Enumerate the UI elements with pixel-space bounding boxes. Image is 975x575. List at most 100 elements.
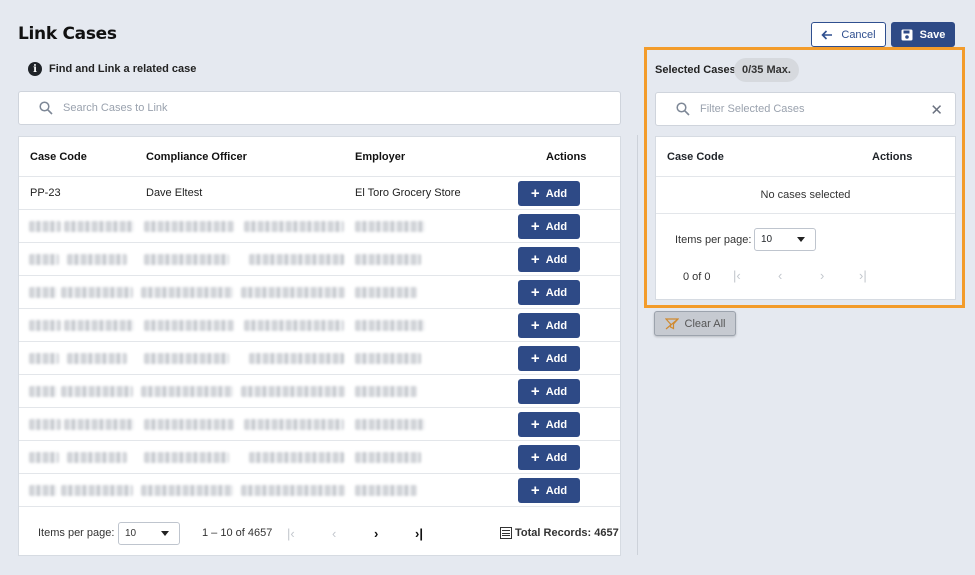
column-header-actions: Actions: [872, 151, 913, 163]
column-header-employer: Employer: [355, 150, 406, 163]
save-button[interactable]: Save: [891, 22, 955, 47]
selected-count-badge: 0/35 Max.: [734, 58, 799, 82]
redacted-cell: [29, 221, 61, 232]
table-paginator: Items per page: 10 1 – 10 of 4657 |‹ ‹ ›…: [19, 513, 622, 553]
next-page-icon[interactable]: ›: [820, 268, 824, 283]
redacted-cell: [241, 485, 345, 496]
filter-bar[interactable]: ✕: [655, 92, 956, 126]
add-button[interactable]: + Add: [518, 379, 580, 404]
table-row: + Add: [19, 441, 620, 474]
close-icon[interactable]: ✕: [930, 101, 943, 119]
add-button[interactable]: + Add: [518, 214, 580, 239]
table-row: + Add: [19, 342, 620, 375]
redacted-cell: [355, 452, 421, 463]
column-header-actions: Actions: [546, 150, 587, 163]
redacted-cell: [355, 485, 417, 496]
filter-selected-input[interactable]: [700, 103, 920, 115]
info-icon: i: [28, 62, 42, 76]
redacted-cell: [64, 221, 134, 232]
table-row: + Add: [19, 276, 620, 309]
redacted-cell: [355, 419, 425, 430]
items-per-page-label: Items per page:: [38, 527, 115, 539]
redacted-cell: [241, 386, 345, 397]
add-button[interactable]: + Add: [518, 280, 580, 305]
search-icon: [39, 101, 53, 115]
info-text: Find and Link a related case: [49, 63, 197, 75]
redacted-cell: [249, 254, 344, 265]
redacted-cell: [29, 320, 61, 331]
column-header-case-code: Case Code: [30, 150, 87, 163]
page-range: 0 of 0: [683, 271, 711, 283]
plus-icon: +: [530, 251, 540, 268]
redacted-cell: [67, 452, 127, 463]
redacted-cell: [241, 287, 345, 298]
selected-cases-table: Case Code Actions No cases selected Item…: [655, 136, 956, 300]
selected-cases-panel: Selected Cases: 0/35 Max. ✕ Case Code Ac…: [644, 47, 965, 308]
table-row: PP-23 Dave Eltest El Toro Grocery Store …: [19, 177, 620, 210]
table-header: Case Code Compliance Officer Employer Ac…: [19, 137, 620, 177]
add-button[interactable]: + Add: [518, 412, 580, 437]
cancel-label: Cancel: [841, 28, 876, 41]
redacted-cell: [61, 485, 133, 496]
total-records: Total Records: 4657: [500, 527, 619, 539]
add-button[interactable]: + Add: [518, 181, 580, 206]
cancel-button[interactable]: Cancel: [811, 22, 886, 47]
add-button[interactable]: + Add: [518, 346, 580, 371]
table-header: Case Code Actions: [656, 137, 955, 177]
prev-page-icon[interactable]: ‹: [332, 526, 336, 541]
redacted-cell: [144, 320, 234, 331]
redacted-cell: [61, 386, 133, 397]
redacted-cell: [249, 452, 344, 463]
filter-off-icon: [664, 317, 679, 329]
add-button[interactable]: + Add: [518, 445, 580, 470]
redacted-cell: [67, 254, 127, 265]
redacted-cell: [67, 353, 127, 364]
redacted-cell: [249, 353, 344, 364]
add-button[interactable]: + Add: [518, 478, 580, 503]
redacted-cell: [29, 386, 57, 397]
redacted-cell: [144, 221, 234, 232]
plus-icon: +: [530, 482, 540, 499]
items-per-page-label: Items per page:: [675, 234, 752, 246]
plus-icon: +: [530, 317, 540, 334]
list-icon: [500, 527, 512, 539]
redacted-cell: [29, 452, 59, 463]
table-row: + Add: [19, 375, 620, 408]
last-page-icon[interactable]: ›|: [415, 526, 423, 541]
next-page-icon[interactable]: ›: [374, 526, 378, 541]
add-button[interactable]: + Add: [518, 313, 580, 338]
plus-icon: +: [530, 416, 540, 433]
redacted-cell: [144, 254, 229, 265]
save-label: Save: [919, 28, 946, 41]
plus-icon: +: [530, 383, 540, 400]
redacted-cell: [144, 353, 229, 364]
cell-case-code: PP-23: [30, 187, 61, 199]
table-row: + Add: [19, 309, 620, 342]
last-page-icon[interactable]: ›|: [859, 268, 867, 283]
page-title: Link Cases: [18, 24, 117, 44]
column-header-case-code: Case Code: [667, 151, 724, 163]
redacted-cell: [29, 485, 57, 496]
items-per-page-select[interactable]: 10: [118, 521, 180, 545]
redacted-cell: [29, 287, 57, 298]
redacted-cell: [355, 320, 425, 331]
info-message: i Find and Link a related case: [28, 62, 196, 76]
first-page-icon[interactable]: |‹: [287, 526, 295, 541]
redacted-cell: [141, 485, 233, 496]
column-header-compliance-officer: Compliance Officer: [146, 150, 247, 163]
redacted-cell: [29, 419, 61, 430]
table-row: + Add: [19, 474, 620, 507]
redacted-cell: [355, 254, 421, 265]
prev-page-icon[interactable]: ‹: [778, 268, 782, 283]
table-row: + Add: [19, 243, 620, 276]
redacted-cell: [144, 419, 234, 430]
add-button[interactable]: + Add: [518, 247, 580, 272]
page-range: 1 – 10 of 4657: [202, 527, 273, 539]
first-page-icon[interactable]: |‹: [733, 268, 741, 283]
search-bar[interactable]: [18, 91, 621, 125]
items-per-page-select[interactable]: 10: [754, 228, 816, 251]
clear-all-button[interactable]: Clear All: [654, 311, 736, 336]
redacted-cell: [141, 287, 233, 298]
search-input[interactable]: [63, 102, 563, 114]
plus-icon: +: [530, 350, 540, 367]
